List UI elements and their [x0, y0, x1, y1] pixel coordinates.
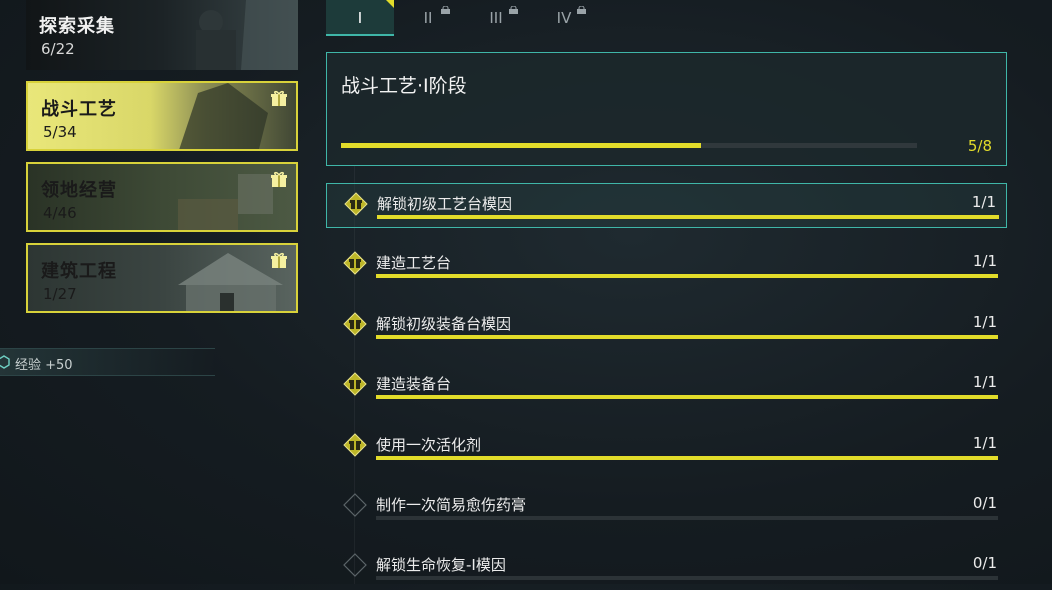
- gift-badge-icon: [343, 251, 367, 275]
- reward-exp: 经验 +50: [0, 348, 215, 376]
- task-row[interactable]: 使用一次活化剂 1/1: [326, 425, 1007, 470]
- exp-icon: [0, 355, 10, 369]
- task-count: 0/1: [972, 554, 997, 572]
- stage-summary: 战斗工艺·I阶段 5/8: [326, 52, 1007, 166]
- task-label: 使用一次活化剂: [376, 436, 482, 454]
- task-label: 解锁初级装备台模因: [376, 315, 512, 333]
- task-progress-fill: [376, 274, 998, 278]
- stage-progress-fill: [341, 143, 701, 148]
- tab-stage-2[interactable]: II: [394, 0, 462, 34]
- task-progress-fill: [377, 215, 999, 219]
- stage-tabs: I II III IV: [326, 0, 1006, 36]
- task-count: 0/1: [972, 494, 997, 512]
- category-count: 4/46: [43, 204, 77, 222]
- task-row[interactable]: 解锁初级工艺台模因 1/1: [326, 183, 1007, 228]
- task-progress-bar: [376, 576, 998, 580]
- gift-icon: [271, 252, 287, 268]
- category-card-combat-craft[interactable]: 战斗工艺 5/34: [26, 81, 298, 151]
- category-card-explore[interactable]: 探索采集 6/22: [26, 0, 298, 70]
- category-title: 建筑工程: [41, 261, 117, 282]
- task-progress-fill: [376, 456, 998, 460]
- stage-count: 5/8: [967, 137, 992, 155]
- stage-title: 战斗工艺·I阶段: [341, 75, 467, 97]
- task-label: 建造装备台: [376, 375, 452, 393]
- task-count: 1/1: [972, 313, 997, 331]
- tab-stage-3[interactable]: III: [462, 0, 530, 34]
- tab-stage-4[interactable]: IV: [530, 0, 598, 34]
- tab-label: I: [357, 9, 363, 27]
- category-card-construction[interactable]: 建筑工程 1/27: [26, 243, 298, 313]
- gift-badge-icon: [343, 433, 367, 457]
- task-progress-fill: [376, 335, 998, 339]
- stage-progress-bar: [341, 143, 917, 148]
- task-progress-bar: [376, 274, 998, 278]
- category-title: 战斗工艺: [41, 99, 117, 120]
- empty-badge-icon: [343, 493, 367, 517]
- category-count: 5/34: [43, 123, 77, 141]
- task-count: 1/1: [971, 193, 996, 211]
- task-label: 制作一次简易愈伤药膏: [376, 496, 527, 514]
- gift-badge-icon: [343, 312, 367, 336]
- gift-badge-icon: [343, 372, 367, 396]
- task-row[interactable]: 建造工艺台 1/1: [326, 243, 1007, 288]
- reward-exp-text: 经验 +50: [15, 358, 73, 373]
- task-label: 解锁初级工艺台模因: [377, 195, 513, 213]
- task-progress-bar: [376, 335, 998, 339]
- tab-label: III: [489, 9, 503, 27]
- task-progress-fill: [376, 395, 998, 399]
- task-label: 解锁生命恢复-I模因: [376, 556, 506, 574]
- task-label: 建造工艺台: [376, 254, 452, 272]
- task-count: 1/1: [972, 252, 997, 270]
- empty-badge-icon: [343, 553, 367, 577]
- task-row[interactable]: 解锁初级装备台模因 1/1: [326, 304, 1007, 349]
- gift-badge-icon: [344, 192, 368, 216]
- lock-icon: [509, 6, 518, 14]
- category-title: 探索采集: [39, 16, 115, 37]
- category-title: 领地经营: [41, 180, 117, 201]
- task-progress-bar: [376, 516, 998, 520]
- task-row[interactable]: 建造装备台 1/1: [326, 364, 1007, 409]
- category-count: 1/27: [43, 285, 77, 303]
- lock-icon: [577, 6, 586, 14]
- category-card-territory[interactable]: 领地经营 4/46: [26, 162, 298, 232]
- task-progress-bar: [376, 456, 998, 460]
- task-row[interactable]: 制作一次简易愈伤药膏 0/1: [326, 485, 1007, 530]
- task-count: 1/1: [972, 434, 997, 452]
- gift-icon: [271, 90, 287, 106]
- tab-label: IV: [556, 9, 572, 27]
- task-count: 1/1: [972, 373, 997, 391]
- tab-label: II: [423, 9, 433, 27]
- category-count: 6/22: [41, 40, 75, 58]
- lock-icon: [441, 6, 450, 14]
- task-row[interactable]: 解锁生命恢复-I模因 0/1: [326, 545, 1007, 590]
- task-progress-bar: [377, 215, 999, 219]
- task-progress-bar: [376, 395, 998, 399]
- gift-icon: [271, 171, 287, 187]
- corner-marker-icon: [386, 0, 394, 8]
- tab-stage-1[interactable]: I: [326, 0, 394, 36]
